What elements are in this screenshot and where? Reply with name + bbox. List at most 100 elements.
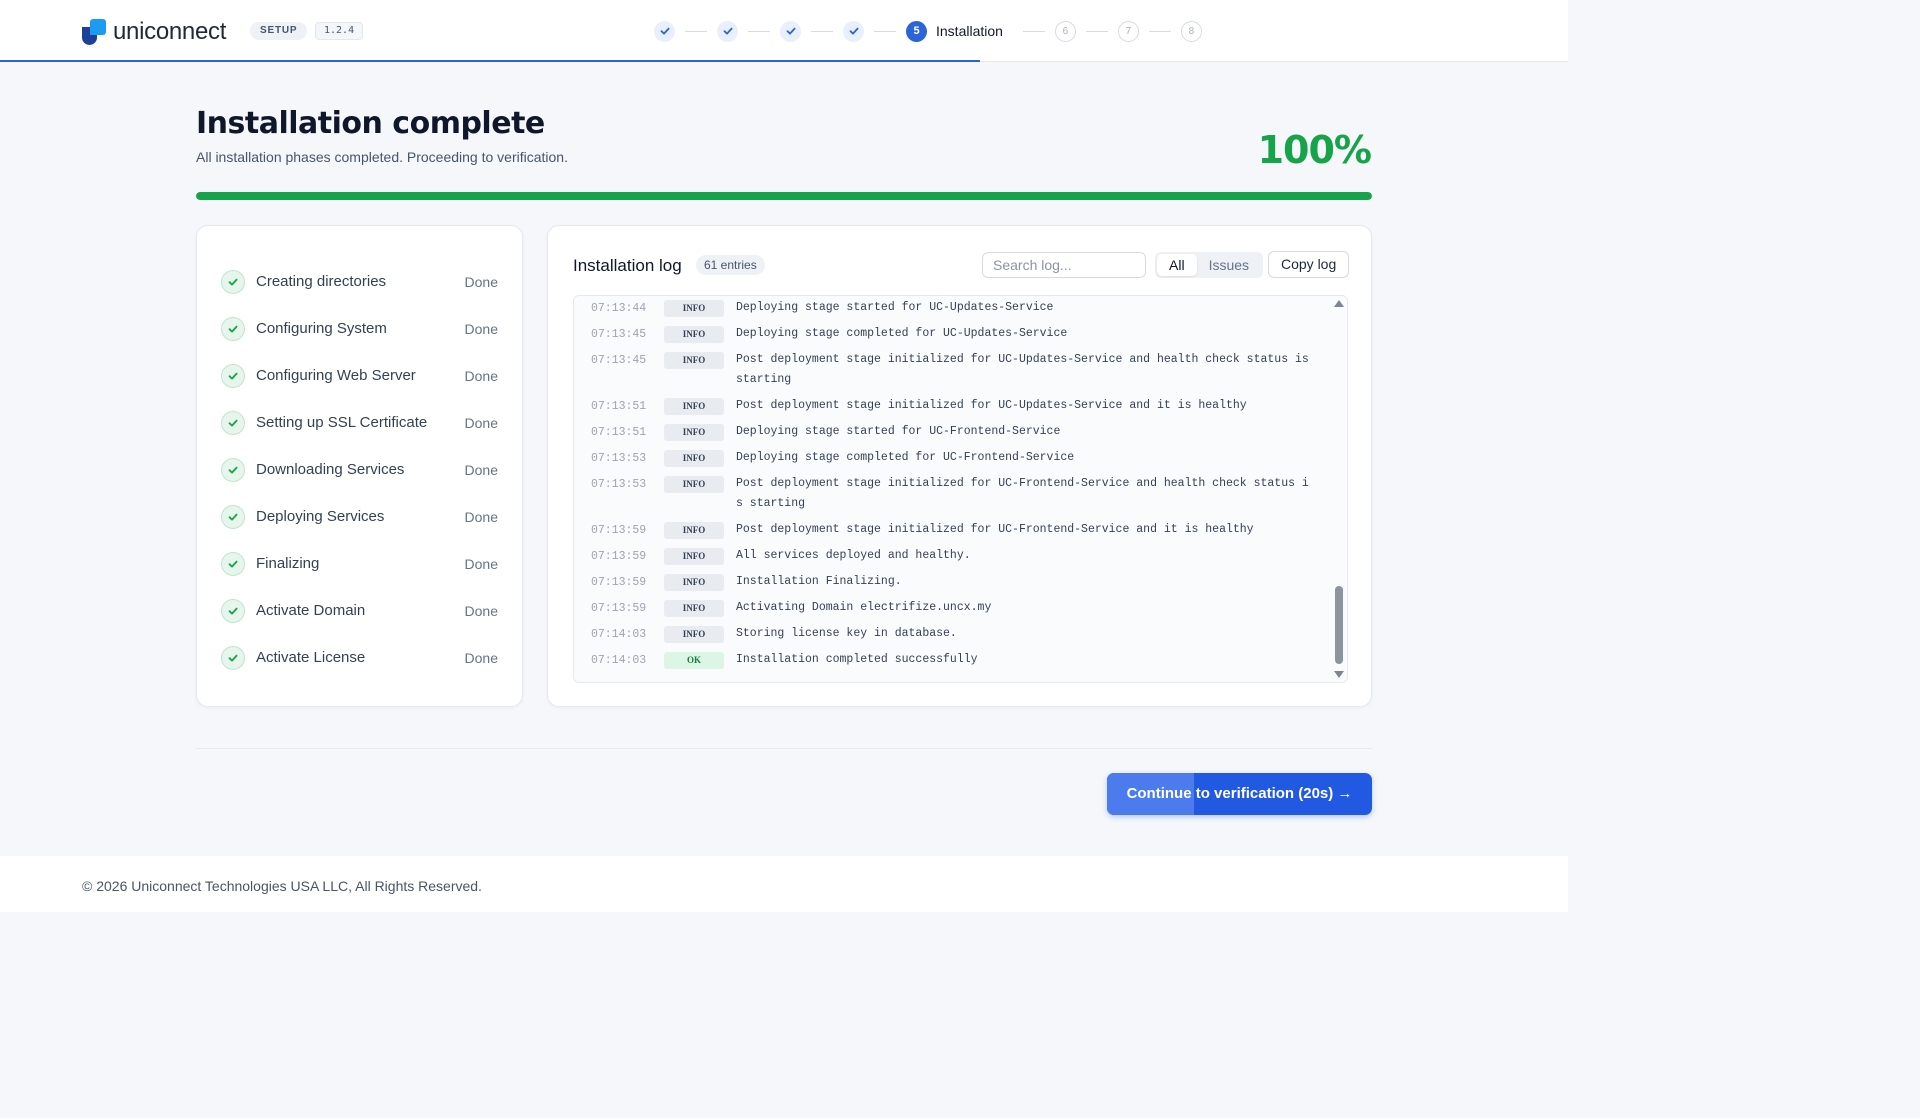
log-entry: 07:13:59 INFO All services deployed and he… (574, 544, 1329, 570)
phases-card: Creating directories Done Configuring Syst… (196, 225, 523, 707)
log-entry: 07:13:53 INFO Deploying stage completed fo… (574, 446, 1329, 472)
step-number-8: 8 (1180, 20, 1202, 42)
top-bar: uniconnect SETUP 1.2.4 5 Installation 6 7 8 (0, 0, 1568, 62)
log-entry: 07:13:44 INFO Deploying stage started for … (574, 296, 1329, 322)
log-count-badge: 61 entries (696, 255, 765, 275)
log-level-badge: INFO (664, 450, 724, 467)
log-message: Deploying stage completed for UC-Updates… (736, 327, 1068, 340)
progress-bar (196, 192, 1372, 200)
log-level-badge: INFO (664, 574, 724, 591)
step-complete-check-icon[interactable] (717, 20, 738, 42)
log-entry: 07:13:45 INFO Post deployment stage initia… (574, 348, 1329, 394)
brand[interactable]: uniconnect (82, 18, 226, 46)
footer-divider (196, 748, 1372, 749)
footer: © 2026 Uniconnect Technologies USA LLC, … (0, 856, 1568, 912)
step-connector (1022, 30, 1045, 32)
step-number-7: 7 (1117, 20, 1139, 42)
log-entry: 07:13:59 INFO Post deployment stage initia… (574, 518, 1329, 544)
step-connector (874, 30, 896, 32)
log-time: 07:13:51 (591, 400, 647, 413)
scroll-up-arrow-icon[interactable] (1334, 300, 1344, 307)
header-progress-bar (0, 60, 980, 62)
log-message: Post deployment stage initialized for UC… (736, 353, 1309, 386)
log-message: Deploying stage started for UC-Frontend-… (736, 425, 1061, 438)
log-viewer[interactable]: 07:13:44 INFO Deploying stage started for … (573, 295, 1348, 683)
log-message: All services deployed and healthy. (736, 549, 971, 562)
continue-button-label: Continue to verification (20s) → (1126, 785, 1353, 802)
phase-check-icon (221, 645, 245, 670)
phase-item: Downloading Services Done (197, 446, 522, 493)
phase-check-icon (221, 504, 245, 529)
log-time: 07:13:44 (591, 302, 647, 315)
log-message: Deploying stage started for UC-Updates-S… (736, 301, 1054, 314)
log-time: 07:13:53 (591, 478, 647, 491)
copyright-text: © 2026 Uniconnect Technologies USA LLC, … (82, 878, 482, 894)
log-search-input[interactable] (982, 252, 1146, 278)
log-message: Activating Domain electrifize.uncx.my (736, 601, 992, 614)
log-entry: 07:13:59 INFO Activating Domain electrifiz… (574, 596, 1329, 622)
phase-item: Setting up SSL Certificate Done (197, 399, 522, 446)
log-message: Post deployment stage initialized for UC… (736, 523, 1254, 536)
log-time: 07:13:45 (591, 354, 647, 367)
log-level-badge: INFO (664, 300, 724, 317)
phase-item: Deploying Services Done (197, 493, 522, 540)
log-time: 07:13:45 (591, 328, 647, 341)
step-complete-check-icon[interactable] (654, 20, 675, 42)
step-complete-check-icon[interactable] (780, 20, 801, 42)
filter-issues-button[interactable]: Issues (1197, 254, 1261, 276)
phase-item: Configuring System Done (197, 305, 522, 352)
log-level-badge: INFO (664, 548, 724, 565)
phase-status: Done (464, 649, 498, 666)
setup-badge: SETUP (250, 22, 308, 40)
log-time: 07:13:59 (591, 550, 647, 563)
page-title: Installation complete (196, 106, 545, 141)
phase-item: Finalizing Done (197, 540, 522, 587)
phase-name: Creating directories (256, 273, 387, 290)
step-complete-check-icon[interactable] (843, 20, 864, 42)
log-message: Post deployment stage initialized for UC… (736, 399, 1247, 412)
phase-name: Finalizing (256, 555, 320, 572)
step-connector (685, 30, 707, 32)
scroll-down-arrow-icon[interactable] (1334, 671, 1344, 678)
phase-check-icon (221, 363, 245, 388)
filter-all-button[interactable]: All (1157, 254, 1197, 276)
phase-name: Setting up SSL Certificate (256, 414, 428, 431)
log-time: 07:13:59 (591, 524, 647, 537)
phase-item: Activate License Done (197, 634, 522, 681)
phase-status: Done (464, 273, 498, 290)
setup-stepper: 5 Installation 6 7 8 (654, 20, 1202, 42)
step-number-6: 6 (1054, 20, 1076, 42)
step-connector (748, 30, 770, 32)
log-entry: 07:14:03 OK Installation completed success… (574, 648, 1329, 674)
continue-to-verification-button[interactable]: Continue to verification (20s) → (1107, 773, 1372, 815)
phase-item: Configuring Web Server Done (197, 352, 522, 399)
phase-status: Done (464, 461, 498, 478)
phase-check-icon (221, 410, 245, 435)
step-number-5: 5 (906, 20, 927, 42)
uniconnect-logo-icon (82, 19, 106, 45)
brand-name: uniconnect (113, 18, 227, 45)
log-filter-toggle: All Issues (1155, 252, 1264, 278)
phase-name: Downloading Services (256, 461, 405, 478)
log-entry: 07:13:51 INFO Post deployment stage initia… (574, 394, 1329, 420)
phase-name: Configuring Web Server (256, 367, 416, 384)
phase-status: Done (464, 602, 498, 619)
phase-check-icon (221, 316, 245, 341)
log-level-badge: INFO (664, 326, 724, 343)
phase-status: Done (464, 414, 498, 431)
log-entry: 07:14:03 INFO Storing license key in datab… (574, 622, 1329, 648)
step-connector (811, 30, 833, 32)
phase-status: Done (464, 508, 498, 525)
phase-check-icon (221, 551, 245, 576)
log-entry: 07:13:53 INFO Post deployment stage initia… (574, 472, 1329, 518)
version-badge: 1.2.4 (315, 22, 364, 40)
log-level-badge: OK (664, 652, 724, 669)
log-level-badge: INFO (664, 600, 724, 617)
log-scrollbar-thumb[interactable] (1335, 586, 1343, 664)
log-message: Deploying stage completed for UC-Fronten… (736, 451, 1075, 464)
copy-log-button[interactable]: Copy log (1268, 251, 1350, 278)
phase-status: Done (464, 555, 498, 572)
phase-name: Activate License (256, 649, 366, 666)
log-time: 07:14:03 (591, 628, 647, 641)
log-level-badge: INFO (664, 398, 724, 415)
